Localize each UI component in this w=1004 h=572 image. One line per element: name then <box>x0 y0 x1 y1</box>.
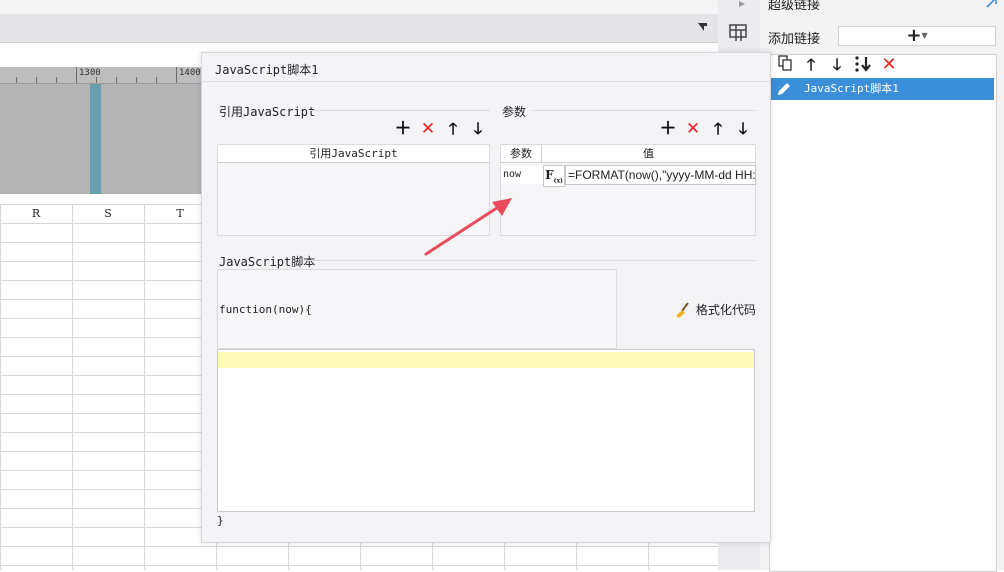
column-header-s[interactable]: S <box>72 205 144 223</box>
move-down-ref-button[interactable]: 🡓 <box>468 119 488 139</box>
format-code-label: 格式化代码 <box>695 303 756 317</box>
params-table[interactable]: 参数 值 now F(x) =FORMAT(now(),"yyyy-MM-dd … <box>500 144 756 236</box>
add-link-button[interactable]: +▼ <box>838 26 996 46</box>
section-divider <box>304 260 756 261</box>
move-up-icon[interactable]: 🡑 <box>801 55 821 75</box>
edit-pencil-icon <box>776 81 792 100</box>
ruler-tick <box>56 77 57 83</box>
dialog-title: JavaScript脚本1 <box>215 63 319 77</box>
copy-icon[interactable] <box>775 55 795 75</box>
add-param-button[interactable]: ＋ <box>658 119 678 139</box>
javascript-dialog: JavaScript脚本1 引用JavaScript ＋ ✕ 🡑 🡓 引用Jav… <box>201 52 771 543</box>
param-name-header: 参数 <box>501 145 542 163</box>
column-header-r[interactable]: R <box>0 205 72 223</box>
ref-js-section-label: 引用JavaScript <box>219 105 316 119</box>
function-closing-brace: } <box>217 514 224 527</box>
section-divider <box>310 110 490 111</box>
grid-column-line <box>0 204 1 570</box>
dropdown-caret-icon: ▼ <box>921 31 928 40</box>
ruler-tick <box>16 77 17 83</box>
grid-column-line <box>72 204 73 570</box>
param-value-header: 值 <box>542 145 755 163</box>
script-section-label: JavaScript脚本 <box>219 255 316 269</box>
ruler-label: 1400 <box>179 68 201 78</box>
hyperlink-item[interactable]: JavaScript脚本1 <box>770 78 994 100</box>
script-editor[interactable] <box>217 349 755 512</box>
grid-row-line <box>0 546 718 547</box>
collapse-icon[interactable] <box>696 20 710 34</box>
move-up-param-button[interactable]: 🡑 <box>708 119 728 139</box>
panel-title: 超级链接 <box>768 0 821 13</box>
add-link-label: 添加链接 <box>768 32 821 47</box>
ruler-tick <box>96 77 97 83</box>
play-icon[interactable] <box>737 0 747 14</box>
param-value-input[interactable]: =FORMAT(now(),"yyyy-MM-dd HH: <box>565 165 756 185</box>
title-divider <box>202 81 770 82</box>
grid-column-line <box>144 204 145 570</box>
move-down-icon[interactable]: 🡓 <box>827 55 847 75</box>
add-link-plus: + <box>906 25 922 46</box>
ruler-label: 1300 <box>79 68 101 78</box>
add-ref-button[interactable]: ＋ <box>393 119 413 139</box>
top-strip <box>0 0 718 14</box>
ruler-tick <box>76 67 77 83</box>
grid-row-line <box>0 565 718 566</box>
ref-js-column-header: 引用JavaScript <box>218 145 489 163</box>
param-name-cell[interactable]: now <box>501 166 544 184</box>
hyperlink-item-label: JavaScript脚本1 <box>804 82 899 95</box>
canvas-marker <box>90 84 101 194</box>
grid-layout-icon[interactable] <box>728 22 750 42</box>
toolbar-strip <box>0 14 718 43</box>
sort-icon[interactable] <box>853 55 873 75</box>
hyperlink-list[interactable] <box>769 54 997 572</box>
current-line-highlight <box>218 352 754 368</box>
delete-ref-button[interactable]: ✕ <box>418 119 438 139</box>
function-signature: function(now){ <box>219 303 312 316</box>
move-down-param-button[interactable]: 🡓 <box>733 119 753 139</box>
ruler-tick <box>136 77 137 83</box>
function-signature-area: function(now){ <box>217 269 617 349</box>
formula-button[interactable]: F(x) <box>543 165 565 187</box>
delete-param-button[interactable]: ✕ <box>683 119 703 139</box>
format-code-button[interactable]: 格式化代码 <box>674 301 756 318</box>
params-section-label: 参数 <box>502 105 527 119</box>
ruler-tick <box>36 77 37 83</box>
delete-icon[interactable]: ✕ <box>879 55 899 75</box>
expand-icon[interactable] <box>986 0 998 8</box>
formula-icon: F(x) <box>545 168 563 185</box>
section-divider <box>532 110 757 111</box>
ruler-tick <box>156 77 157 83</box>
annotation-arrow <box>424 198 512 256</box>
ruler-tick <box>176 67 177 83</box>
ruler-tick <box>116 77 117 83</box>
move-up-ref-button[interactable]: 🡑 <box>443 119 463 139</box>
broom-icon <box>674 301 696 318</box>
